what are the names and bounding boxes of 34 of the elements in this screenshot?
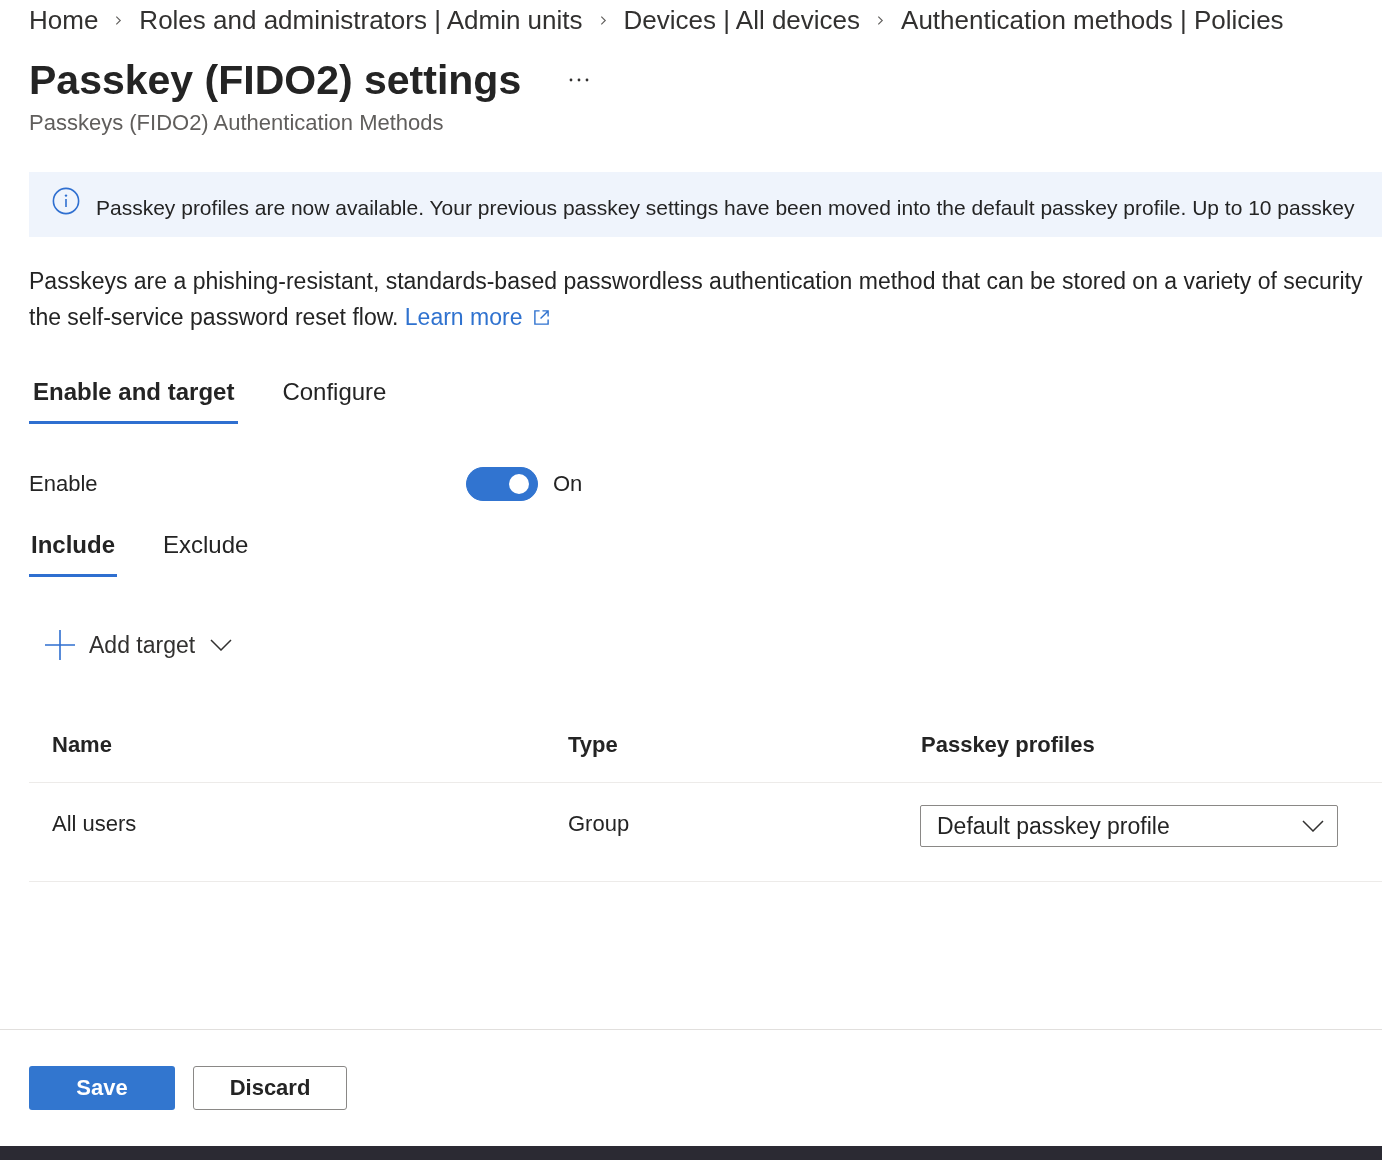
save-button[interactable]: Save	[29, 1066, 175, 1110]
breadcrumb-link[interactable]: Devices | All devices	[623, 6, 861, 34]
column-header: Type	[567, 731, 618, 758]
plus-icon	[45, 630, 75, 660]
page-subtitle: Passkeys (FIDO2) Authentication Methods	[29, 110, 445, 136]
tab[interactable]: Enable and target	[29, 370, 239, 424]
table-cell-text: All users	[51, 810, 137, 837]
chevron-right-icon	[115, 14, 123, 26]
tab[interactable]: Exclude	[161, 523, 251, 577]
tab[interactable]: Configure	[278, 370, 391, 424]
chevron-down-icon	[210, 639, 233, 651]
info-icon	[52, 186, 80, 215]
table-cell-text: Group	[567, 810, 630, 837]
breadcrumb-link[interactable]: Home	[29, 6, 99, 34]
page-title: Passkey (FIDO2) settings	[29, 56, 522, 104]
toggle-state-label: On	[553, 470, 583, 498]
description-text: Passkeys are a phishing-resistant, standards-based passwordless authentication method that can be stored on a variety of security the self-service password reset flow. Learn more	[29, 267, 1364, 332]
external-link-icon	[533, 309, 551, 326]
profile-dropdown[interactable]: Default passkey profile	[920, 805, 1338, 847]
learn-more-link[interactable]: Learn more	[404, 304, 551, 330]
enable-toggle[interactable]	[466, 467, 538, 501]
breadcrumb-link[interactable]: Authentication methods | Policies	[901, 6, 1284, 34]
column-header: Name	[51, 731, 112, 758]
banner-text: Passkey profiles are now available. Your previous passkey settings have been moved into the default passkey profile. Up to 10 passkey	[96, 194, 1355, 221]
chevron-right-icon	[877, 14, 885, 26]
column-header: Passkey profiles	[920, 731, 1095, 758]
breadcrumb-link[interactable]: Roles and administrators | Admin units	[139, 6, 583, 34]
more-icon[interactable]	[569, 78, 590, 82]
add-target-button[interactable]: Add target	[29, 625, 249, 665]
discard-button[interactable]: Discard	[193, 1066, 347, 1110]
tab[interactable]: Include	[29, 523, 117, 577]
chevron-right-icon	[599, 14, 607, 26]
enable-label: Enable	[29, 470, 99, 498]
chevron-down-icon	[1302, 820, 1324, 832]
